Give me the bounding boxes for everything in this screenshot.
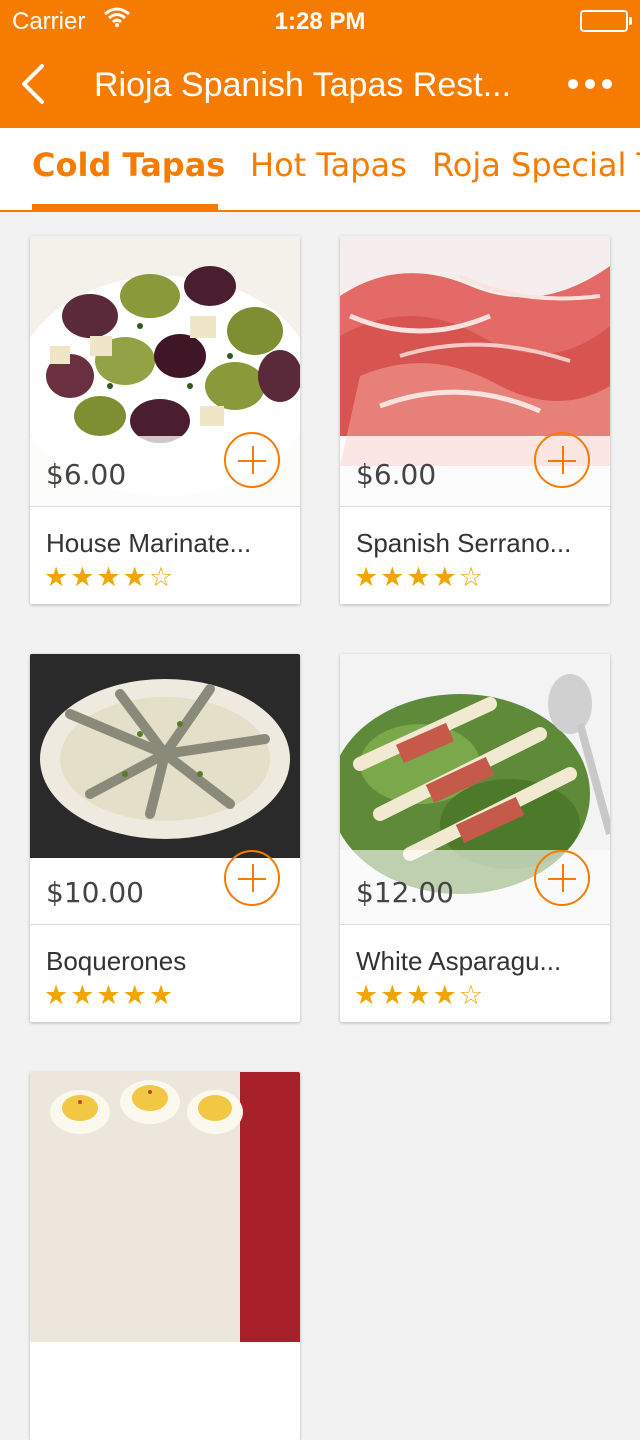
- item-name: House Marinate...: [46, 528, 252, 558]
- category-tabs: Cold Tapas Hot Tapas Roja Special T: [0, 128, 640, 212]
- clock: 1:28 PM: [274, 8, 366, 35]
- item-price: $10.00: [46, 876, 144, 909]
- page-title: Rioja Spanish Tapas Rest...: [94, 66, 512, 104]
- menu-item-card[interactable]: $6.00 House Marinate... ★★★★☆: [30, 236, 300, 604]
- active-tab-indicator: [32, 204, 218, 210]
- menu-item-card[interactable]: $6.00 Spanish Serrano... ★★★★☆: [340, 236, 610, 604]
- menu-item-card[interactable]: [30, 1072, 300, 1440]
- menu-item-card[interactable]: $12.00 White Asparagu... ★★★★☆: [340, 654, 610, 1022]
- menu-item-card[interactable]: $10.00 Boquerones ★★★★★: [30, 654, 300, 1022]
- add-to-cart-button[interactable]: [534, 432, 590, 488]
- divider: [340, 924, 610, 925]
- add-to-cart-button[interactable]: [534, 850, 590, 906]
- navigation-bar: Rioja Spanish Tapas Rest...: [0, 40, 640, 128]
- rating-stars: ★★★★★: [44, 980, 176, 1011]
- rating-stars: ★★★★☆: [354, 980, 486, 1011]
- item-name: White Asparagu...: [356, 946, 562, 976]
- food-photo-deviled-eggs: [30, 1072, 300, 1342]
- battery-icon: [580, 10, 632, 32]
- add-to-cart-button[interactable]: [224, 850, 280, 906]
- rating-stars: ★★★★☆: [44, 562, 176, 593]
- tab-cold-tapas[interactable]: Cold Tapas: [32, 146, 225, 184]
- divider: [30, 506, 300, 507]
- tab-hot-tapas[interactable]: Hot Tapas: [250, 146, 407, 184]
- more-icon[interactable]: [568, 70, 612, 98]
- item-price: $6.00: [46, 458, 127, 491]
- item-price: $6.00: [356, 458, 437, 491]
- divider: [340, 506, 610, 507]
- rating-stars: ★★★★☆: [354, 562, 486, 593]
- item-name: Spanish Serrano...: [356, 528, 572, 558]
- item-price: $12.00: [356, 876, 454, 909]
- item-name: Boquerones: [46, 946, 187, 976]
- status-bar: Carrier 1:28 PM: [0, 0, 640, 40]
- divider: [30, 924, 300, 925]
- back-button[interactable]: [14, 62, 54, 106]
- tab-roja-special[interactable]: Roja Special T: [432, 146, 640, 184]
- add-to-cart-button[interactable]: [224, 432, 280, 488]
- chevron-left-icon: [22, 64, 44, 104]
